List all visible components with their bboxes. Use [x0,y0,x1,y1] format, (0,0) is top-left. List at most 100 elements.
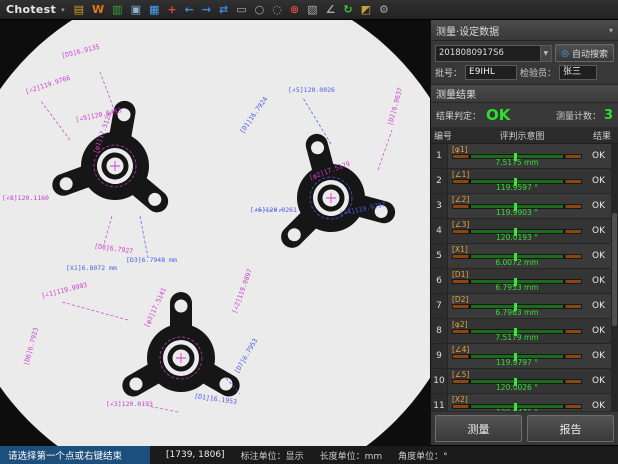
action-buttons: 测量 报告 [431,411,618,445]
row-number: 4 [431,219,448,243]
tolerance-bar [452,304,582,309]
measure-button[interactable]: 测量 [435,415,522,442]
panel-collapse-icon[interactable]: ▾ [609,26,613,35]
col-result: 结果 [586,129,618,142]
point-tool-icon[interactable]: ◌ [272,4,282,15]
tolerance-marker [514,278,517,286]
row-number: 7 [431,294,448,318]
circle-tool-icon[interactable]: ○ [255,4,265,15]
row-diagram: [∠2]119.9903 ° [448,194,586,218]
dataset-select[interactable]: 2018080917S6 ▼ [435,45,552,62]
row-diagram: [φ1]7.5175 mm [448,144,586,168]
row-number: 5 [431,244,448,268]
row-diagram: [X2]120.0476 ° [448,394,586,411]
dataset-value: 2018080917S6 [439,48,504,58]
row-result: OK [586,194,611,218]
row-diagram: [∠5]120.0026 ° [448,369,586,393]
result-row[interactable]: 6[D1]6.7953 mmOK [431,269,611,294]
swap-arrows-icon[interactable]: ⇄ [219,4,228,15]
row-number: 2 [431,169,448,193]
measurement-annotation: [X1]6.8072 mm [66,264,117,272]
results-scrollbar[interactable] [611,144,618,411]
tolerance-marker [514,378,517,386]
tolerance-bar [452,229,582,234]
inspector-input[interactable]: 张三 [559,65,597,80]
row-number: 6 [431,269,448,293]
measurement-canvas[interactable]: [D5]6.9135[∠2]119.9766[∠9]120.0433[φ1]17… [0,20,430,446]
result-row[interactable]: 5[X1]6.0072 mmOK [431,244,611,269]
app-window: Chotest ▾ ▤ W ▥ ▣ ▦ + ← → ⇄ ▭ ○ ◌ ⊗ ▧ ∠ ↻ ◩ ⚙ [0,0,618,464]
toolbar-icons: ▤ W ▥ ▣ ▦ + ← → ⇄ ▭ ○ ◌ ⊗ ▧ ∠ ↻ ◩ ⚙ [74,4,389,15]
tolerance-bar [452,354,582,359]
row-result: OK [586,169,611,193]
tolerance-bar [452,404,582,409]
result-row[interactable]: 1[φ1]7.5175 mmOK [431,144,611,169]
result-row[interactable]: 11[X2]120.0476 °OK [431,394,611,411]
row-diagram: [X1]6.0072 mm [448,244,586,268]
tolerance-marker [514,228,517,236]
save-icon[interactable]: ▤ [74,4,84,15]
row-number: 11 [431,394,448,411]
measurement-annotation: [∠3]120.0193 [106,400,153,408]
batch-input[interactable]: E9IHL [465,65,517,80]
result-row[interactable]: 8[φ2]7.5179 mmOK [431,319,611,344]
tolerance-marker [514,253,517,261]
camera-viewport[interactable]: [D5]6.9135[∠2]119.9766[∠9]120.0433[φ1]17… [0,20,430,446]
camera-icon[interactable]: ▣ [131,4,141,15]
length-unit-label: 长度单位：mm [320,449,383,462]
tolerance-marker [514,403,517,411]
measurement-annotation: [∠6]120.0261 [250,206,297,214]
delete-tool-icon[interactable]: ⊗ [290,4,299,15]
result-row[interactable]: 9[∠4]119.9797 °OK [431,344,611,369]
export-excel-icon[interactable]: ▥ [112,4,122,15]
result-row[interactable]: 10[∠5]120.0026 °OK [431,369,611,394]
logo-menu-arrow-icon[interactable]: ▾ [61,6,65,14]
judge-label: 结果判定： [436,109,481,122]
main-area: [D5]6.9135[∠2]119.9766[∠9]120.0433[φ1]17… [0,20,618,445]
angle-unit-label: 角度单位：° [398,449,448,462]
report-button[interactable]: 报告 [527,415,614,442]
auto-search-button[interactable]: ◎ 自动搜索 [555,44,614,62]
angle-tool-icon[interactable]: ∠ [326,4,336,15]
back-arrow-icon[interactable]: ← [185,4,194,15]
row-result: OK [586,344,611,368]
toolbar: Chotest ▾ ▤ W ▥ ▣ ▦ + ← → ⇄ ▭ ○ ◌ ⊗ ▧ ∠ ↻ ◩ ⚙ [0,0,618,20]
row-number: 8 [431,319,448,343]
row-result: OK [586,394,611,411]
row-result: OK [586,269,611,293]
result-row[interactable]: 4[∠3]120.0193 °OK [431,219,611,244]
settings-icon[interactable]: ⚙ [379,4,389,15]
refresh-icon[interactable]: ↻ [343,4,352,15]
row-diagram: [D2]6.7963 mm [448,294,586,318]
tolerance-bar [452,204,582,209]
row-number: 9 [431,344,448,368]
color-icon[interactable]: ◩ [361,4,371,15]
result-row[interactable]: 7[D2]6.7963 mmOK [431,294,611,319]
tolerance-bar [452,279,582,284]
row-diagram: [∠3]120.0193 ° [448,219,586,243]
layers-icon[interactable]: ▧ [307,4,317,15]
dataset-row: 2018080917S6 ▼ ◎ 自动搜索 [431,41,618,65]
batch-label: 批号： [435,66,462,79]
crosshair-icon[interactable]: + [167,4,176,15]
rect-tool-icon[interactable]: ▭ [236,4,246,15]
forward-arrow-icon[interactable]: → [202,4,211,15]
scrollbar-thumb[interactable] [612,213,617,325]
dropdown-arrow-icon[interactable]: ▼ [540,46,552,61]
grid-icon[interactable]: ▦ [149,4,159,15]
result-row[interactable]: 3[∠2]119.9903 °OK [431,194,611,219]
row-diagram: [∠4]119.9797 ° [448,344,586,368]
row-result: OK [586,244,611,268]
row-number: 3 [431,194,448,218]
tolerance-bar [452,254,582,259]
judge-row: 结果判定： OK 测量计数： 3 [431,103,618,127]
panel-header: 测量·设定数据 ▾ [431,20,618,41]
inspector-label: 检验员： [520,66,556,79]
tolerance-bar [452,379,582,384]
tolerance-bar [452,154,582,159]
app-logo[interactable]: Chotest [6,3,56,16]
export-word-icon[interactable]: W [92,4,104,15]
results-header: 测量结果 [431,84,618,103]
result-row[interactable]: 2[∠1]119.9597 °OK [431,169,611,194]
judge-value: OK [486,106,510,124]
